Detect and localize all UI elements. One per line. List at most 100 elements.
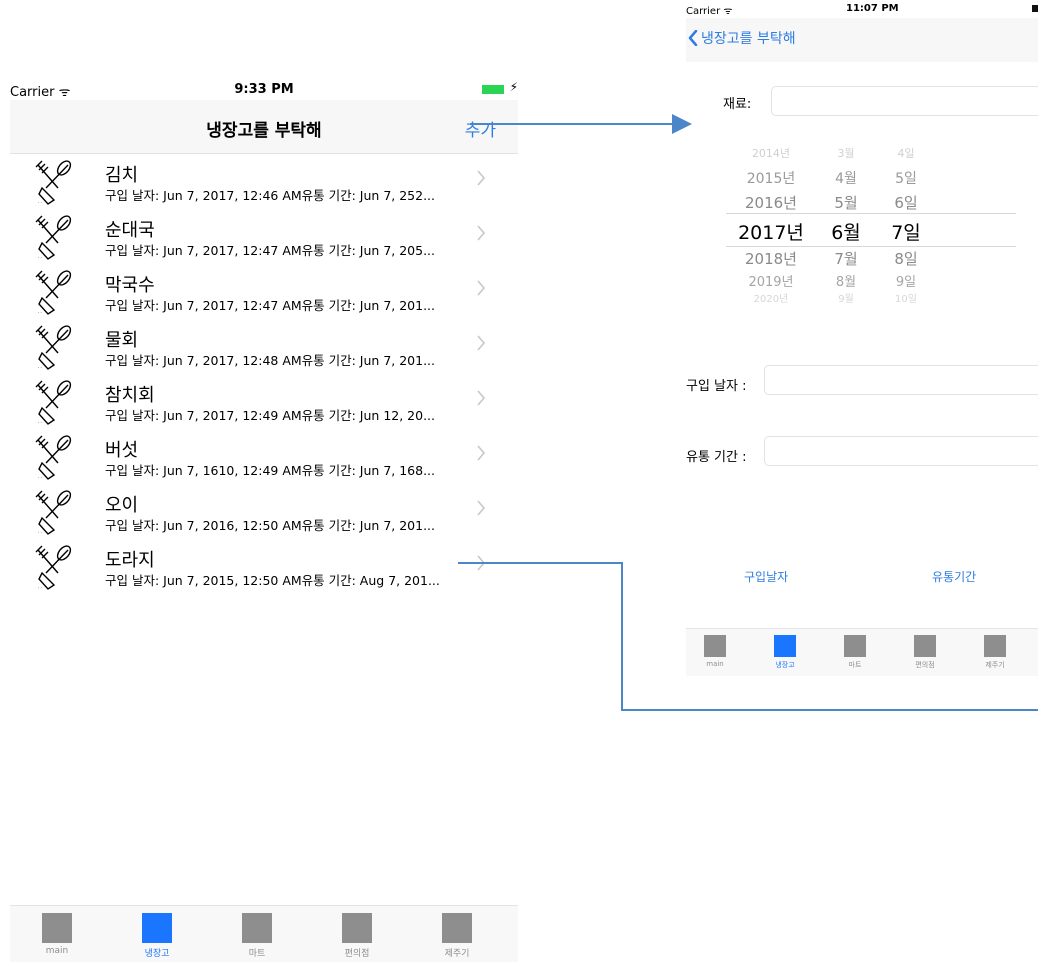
- chevron-right-icon: [476, 390, 486, 406]
- tab-icon: [242, 913, 272, 943]
- chevron-right-icon: [476, 445, 486, 461]
- tab-icon: [984, 635, 1006, 657]
- tab-label: main: [45, 946, 69, 956]
- add-button[interactable]: 추가: [465, 116, 496, 141]
- picker-day: 8일: [894, 250, 918, 268]
- tab-label: 편의점: [344, 949, 370, 959]
- purchase-date-button[interactable]: 구입날자: [744, 568, 788, 585]
- picker-row[interactable]: 2016년 5월 6일: [726, 192, 1016, 213]
- picker-year: 2018년: [745, 250, 797, 268]
- tab-label: 편의점: [915, 661, 935, 669]
- list-item[interactable]: · · 김치 구입 날자: Jun 7, 2017, 12:46 AM유통 기간: …: [10, 154, 518, 209]
- tab-icon: [704, 635, 726, 657]
- svg-text:· ·: · ·: [38, 585, 42, 590]
- item-name: 도라지: [105, 550, 155, 571]
- picker-row[interactable]: 2019년 8월 9일: [726, 271, 1016, 290]
- battery-icon: [482, 85, 504, 94]
- list-item[interactable]: · · 물회 구입 날자: Jun 7, 2017, 12:48 AM유통 기간: …: [10, 319, 518, 374]
- tab-item[interactable]: 마트: [207, 906, 307, 963]
- expiry-field[interactable]: [764, 436, 1038, 466]
- tab-item[interactable]: 제주기: [960, 629, 1030, 670]
- picker-month: 3월: [837, 147, 855, 160]
- navigation-bar: 냉장고를 부탁해 추가: [10, 100, 518, 154]
- tab-icon: [342, 913, 372, 943]
- back-label: 냉장고를 부탁해: [701, 31, 796, 47]
- item-name: 버섯: [105, 440, 139, 461]
- tab-icon: [774, 635, 796, 657]
- picker-row[interactable]: 2014년 3월 4일: [726, 145, 1016, 161]
- charging-icon: ⚡: [509, 80, 518, 94]
- picker-row[interactable]: 2018년 7월 8일: [726, 248, 1016, 269]
- item-name: 막국수: [105, 275, 155, 296]
- tab-label: 마트: [848, 661, 862, 669]
- svg-text:· ·: · ·: [38, 530, 42, 535]
- item-detail: 구입 날자: Jun 7, 2015, 12:50 AM유통 기간: Aug 7…: [105, 573, 440, 588]
- tab-item[interactable]: main: [680, 629, 750, 668]
- tab-icon: [142, 913, 172, 943]
- tab-item[interactable]: main: [7, 906, 107, 963]
- list-item[interactable]: · · 도라지구입 날자: Jun 7, 2015, 12:50 AM유통 기간:…: [10, 539, 518, 594]
- tab-icon: [914, 635, 936, 657]
- list-item[interactable]: · · 순대국 구입 날자: Jun 7, 2017, 12:47 AM유통 기간:…: [10, 209, 518, 264]
- svg-text:· ·: · ·: [38, 200, 42, 205]
- tab-label: 냉장고: [775, 661, 795, 669]
- picker-month: 9월: [838, 294, 854, 305]
- utensils-icon: · ·: [32, 543, 72, 591]
- date-picker[interactable]: 2014년 3월 4일 2015년 4월 5일 2016년 5월 6일 2017년 6월 7일 2018…: [726, 140, 1026, 320]
- chevron-right-icon: [476, 225, 486, 241]
- tab-icon: [42, 913, 72, 943]
- list-item[interactable]: · · 오이구입 날자: Jun 7, 2016, 12:50 AM유통 기간: …: [10, 484, 518, 539]
- status-bar: Carrier ᯤ 11:07 PM: [686, 0, 1038, 18]
- svg-text:· ·: · ·: [38, 475, 42, 480]
- ingredient-list: · · 김치 구입 날자: Jun 7, 2017, 12:46 AM유통 기간: …: [10, 154, 518, 594]
- picker-divider: [726, 246, 1016, 247]
- list-item[interactable]: · · 버섯구입 날자: Jun 7, 1610, 12:49 AM유통 기간: …: [10, 429, 518, 484]
- item-detail: 구입 날자: Jun 7, 1610, 12:49 AM유통 기간: Jun 7…: [105, 463, 435, 478]
- battery-icon: [1032, 5, 1038, 12]
- chevron-right-icon: [476, 170, 486, 186]
- picker-day: 6일: [894, 194, 918, 212]
- item-name: 오이: [105, 495, 139, 516]
- svg-text:· ·: · ·: [38, 255, 42, 260]
- picker-row[interactable]: 2015년 4월 5일: [726, 168, 1016, 188]
- tab-item[interactable]: 제주기: [407, 906, 507, 963]
- picker-month: 7월: [834, 250, 858, 268]
- picker-day: 9일: [895, 275, 917, 290]
- expiry-label: 유통 기간 :: [686, 450, 747, 465]
- clock: 11:07 PM: [846, 3, 899, 14]
- list-item[interactable]: · · 막국수구입 날자: Jun 7, 2017, 12:47 AM유통 기간:…: [10, 264, 518, 319]
- list-item[interactable]: · · 참치회 구입 날자: Jun 7, 2017, 12:49 AM유통 기간:…: [10, 374, 518, 429]
- tab-label: 냉장고: [144, 949, 170, 959]
- tab-item[interactable]: 냉장고: [750, 629, 820, 670]
- ingredient-field[interactable]: [771, 86, 1038, 116]
- svg-text:· ·: · ·: [38, 420, 42, 425]
- tab-item[interactable]: 냉장고: [107, 906, 207, 963]
- picker-selected-row[interactable]: 2017년 6월 7일: [726, 218, 1016, 245]
- utensils-icon: · ·: [32, 158, 72, 206]
- tab-item[interactable]: 편의점: [890, 629, 960, 670]
- tab-item[interactable]: 편의점: [307, 906, 407, 963]
- expiry-button[interactable]: 유통기간: [932, 568, 976, 585]
- picker-year: 2020년: [753, 294, 789, 305]
- picker-month: 4월: [835, 171, 857, 187]
- picker-month: 6월: [831, 222, 861, 244]
- chevron-right-icon: [476, 500, 486, 516]
- clock: 9:33 PM: [234, 82, 294, 97]
- purchase-date-field[interactable]: [764, 365, 1038, 395]
- add-ingredient-screen: Carrier ᯤ 11:07 PM 냉장고를 부탁해 재료: 2014년 3월 4…: [686, 0, 1038, 680]
- svg-text:· ·: · ·: [38, 365, 42, 370]
- tab-item[interactable]: 마트: [820, 629, 890, 670]
- svg-text:· ·: · ·: [38, 310, 42, 315]
- picker-year: 2016년: [745, 194, 797, 212]
- item-detail: 구입 날자: Jun 7, 2017, 12:47 AM유통 기간: Jun 7…: [105, 298, 435, 313]
- picker-row[interactable]: 2020년 9월 10일: [726, 290, 1016, 305]
- chevron-right-icon: [476, 555, 486, 571]
- picker-month: 5월: [834, 194, 858, 212]
- utensils-icon: · ·: [32, 268, 72, 316]
- item-detail: 구입 날자: Jun 7, 2017, 12:48 AM유통 기간: Jun 7…: [105, 353, 435, 368]
- item-detail: 구입 날자: Jun 7, 2016, 12:50 AM유통 기간: Jun 7…: [105, 518, 435, 533]
- picker-year: 2014년: [751, 147, 791, 160]
- picker-year: 2015년: [746, 171, 796, 187]
- tab-bar: main 냉장고 마트 편의점 제주기: [686, 628, 1038, 676]
- back-button[interactable]: 냉장고를 부탁해: [688, 28, 796, 48]
